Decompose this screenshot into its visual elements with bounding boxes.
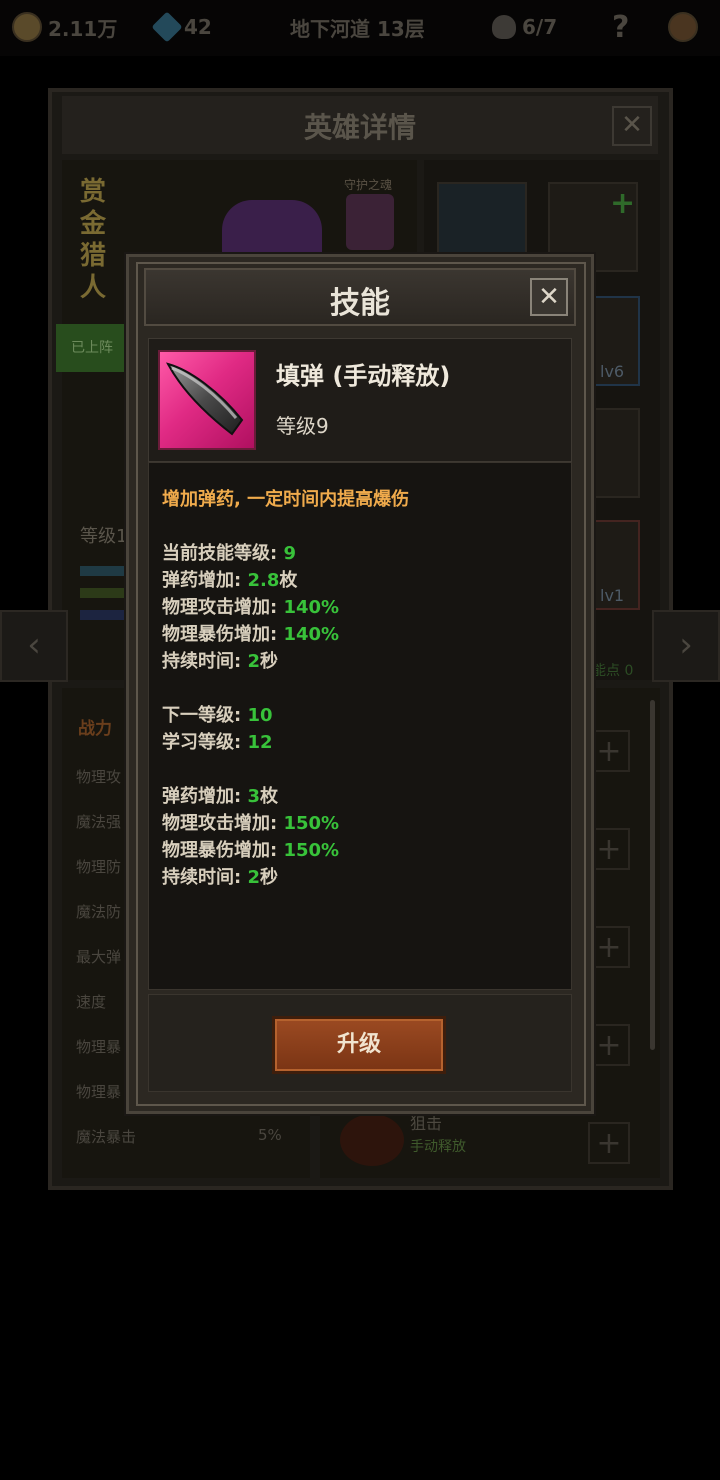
line-label: 持续时间:: [162, 651, 248, 672]
hero-name: 赏金猎人: [80, 177, 107, 303]
next-level-line: 下一等级: 10: [162, 701, 273, 727]
line-label: 学习等级:: [162, 732, 248, 753]
line-label: 下一等级:: [162, 705, 248, 726]
stat-label: 魔法暴击: [76, 1128, 137, 1146]
snipe-skill-type: 手动释放: [410, 1139, 466, 1155]
stat-label: 最大弹: [76, 948, 122, 966]
line-value: 2: [247, 651, 260, 672]
skull-icon: [492, 15, 516, 39]
line-value: 2.8: [247, 570, 280, 591]
line-value: 2: [247, 867, 260, 888]
line-label: 弹药增加:: [162, 786, 248, 807]
line-value: 12: [247, 732, 273, 753]
skull-value: 6/7: [522, 15, 558, 39]
line-label: 持续时间:: [162, 867, 248, 888]
skill-add-button[interactable]: +: [588, 1122, 630, 1164]
next-ammo-line: 弹药增加: 3枚: [162, 782, 278, 808]
stat-label: 魔法防: [76, 903, 122, 921]
learn-level-line: 学习等级: 12: [162, 728, 273, 754]
stat-label: 物理攻: [76, 768, 122, 786]
close-button[interactable]: ✕: [530, 278, 568, 316]
add-equip-icon[interactable]: +: [610, 186, 635, 221]
line-value: 150%: [283, 840, 340, 861]
stat-label: 魔法强: [76, 813, 122, 831]
gold-value: 2.11万: [48, 16, 118, 41]
guardian-label: 守护之魂: [344, 178, 393, 192]
skill-add-button[interactable]: +: [588, 730, 630, 772]
line-label: 物理攻击增加:: [162, 813, 284, 834]
hero-portrait: [222, 200, 322, 260]
next-hero-button[interactable]: ›: [652, 610, 720, 682]
line-value: 10: [247, 705, 273, 726]
equip-slot-empty-2[interactable]: [594, 408, 640, 498]
stat-label: 速度: [76, 993, 107, 1011]
line-value: 9: [283, 543, 296, 564]
gem-value: 42: [184, 15, 212, 39]
skill-dialog-title: 技能: [330, 286, 390, 321]
stat-value: 5%: [258, 1126, 282, 1144]
line-suffix: 枚: [279, 570, 298, 591]
skill-add-button[interactable]: +: [588, 1024, 630, 1066]
next-duration-line: 持续时间: 2秒: [162, 863, 278, 889]
gem-counter: 42: [151, 10, 212, 44]
gem-icon: [151, 11, 183, 43]
line-label: 当前技能等级:: [162, 543, 284, 564]
line-value: 140%: [283, 597, 340, 618]
line-value: 140%: [283, 624, 340, 645]
bullet-icon: [158, 350, 256, 450]
location-label: 地下河道 13层: [290, 10, 425, 44]
gear-icon: [668, 12, 698, 42]
help-icon: ?: [612, 9, 630, 45]
help-button[interactable]: ?: [612, 9, 630, 45]
phys-attack-line: 物理攻击增加: 140%: [162, 593, 339, 619]
line-label: 物理暴伤增加:: [162, 624, 284, 645]
upgrade-button[interactable]: 升级: [272, 1016, 446, 1074]
next-attack-line: 物理攻击增加: 150%: [162, 809, 339, 835]
skill-add-button[interactable]: +: [588, 828, 630, 870]
stats-header: 战力: [78, 719, 112, 739]
guardian-pet-icon[interactable]: [346, 194, 394, 250]
equip-level-lv1: lv1: [600, 586, 625, 605]
coin-icon: [12, 12, 42, 42]
skull-counter: 6/7: [492, 10, 557, 44]
line-label: 物理暴伤增加:: [162, 840, 284, 861]
stat-label: 物理暴: [76, 1038, 122, 1056]
skill-points: 能点 0: [592, 663, 634, 679]
stat-label: 物理暴: [76, 1083, 122, 1101]
line-suffix: 秒: [260, 651, 278, 672]
location-text: 地下河道 13层: [290, 16, 425, 41]
hero-level: 等级1: [80, 526, 128, 547]
duration-line: 持续时间: 2秒: [162, 647, 278, 673]
settings-button[interactable]: [668, 10, 698, 44]
equip-level-lv6: lv6: [600, 362, 625, 381]
hp-bar: [80, 566, 128, 576]
line-value: 3: [247, 786, 260, 807]
next-crit-line: 物理暴伤增加: 150%: [162, 836, 339, 862]
gold-counter: 2.11万: [12, 10, 117, 44]
line-suffix: 秒: [260, 867, 278, 888]
mana-bar: [80, 610, 128, 620]
skills-scrollbar[interactable]: [650, 700, 655, 1050]
hero-detail-close-button[interactable]: ✕: [612, 106, 652, 146]
skill-level: 等级9: [276, 414, 329, 438]
crit-damage-line: 物理暴伤增加: 140%: [162, 620, 339, 646]
line-label: 弹药增加:: [162, 570, 248, 591]
exp-bar: [80, 588, 128, 598]
line-suffix: 枚: [260, 786, 278, 807]
hero-detail-title: 英雄详情: [303, 111, 416, 144]
deployed-tag: 已上阵: [56, 324, 128, 372]
current-level-line: 当前技能等级: 9: [162, 539, 296, 565]
skill-add-button[interactable]: +: [588, 926, 630, 968]
stat-label: 物理防: [76, 858, 122, 876]
line-value: 150%: [283, 813, 340, 834]
skill-intro: 增加弹药, 一定时间内提高爆伤: [162, 489, 410, 510]
line-label: 物理攻击增加:: [162, 597, 284, 618]
prev-hero-button[interactable]: ‹: [0, 610, 68, 682]
ammo-increase-line: 弹药增加: 2.8枚: [162, 566, 297, 592]
crosshair-icon[interactable]: [340, 1114, 404, 1166]
skill-name: 填弹 (手动释放): [276, 362, 451, 390]
